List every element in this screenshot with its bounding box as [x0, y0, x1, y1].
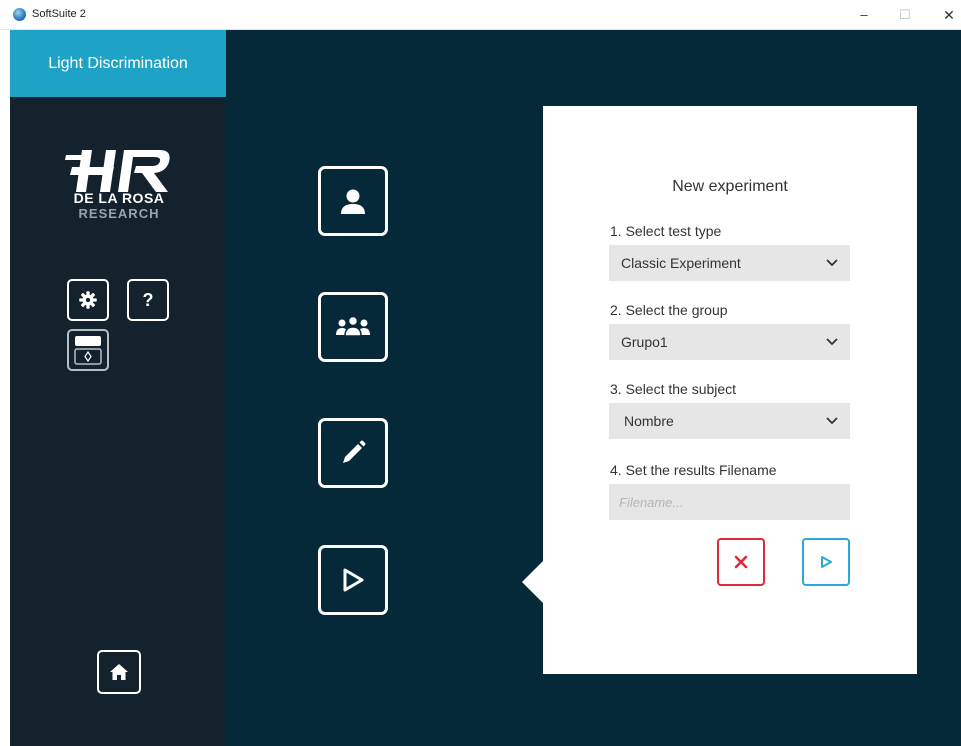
- display-settings-button[interactable]: [67, 329, 109, 371]
- group-button[interactable]: [318, 292, 388, 362]
- logo-mark: [65, 150, 170, 192]
- display-icon: [74, 336, 102, 365]
- start-experiment-button[interactable]: [802, 538, 850, 586]
- company-logo: DE LA ROSA RESEARCH: [64, 150, 184, 230]
- home-button[interactable]: [97, 650, 141, 694]
- filename-input[interactable]: [609, 484, 850, 520]
- chevron-down-icon: [826, 338, 838, 346]
- help-icon: ?: [142, 289, 154, 310]
- cancel-button[interactable]: [717, 538, 765, 586]
- window-title: SoftSuite 2: [32, 8, 86, 20]
- test-type-label: 1. Select test type: [610, 223, 722, 239]
- new-experiment-panel: New experiment 1. Select test type Class…: [522, 106, 917, 674]
- panel-title: New experiment: [672, 178, 788, 195]
- sidebar: Light Discrimination DE LA ROSA RESEARCH: [10, 30, 226, 746]
- subject-button[interactable]: [318, 166, 388, 236]
- panel-pointer: [522, 561, 543, 603]
- test-type-value: Classic Experiment: [621, 255, 741, 271]
- chevron-down-icon: [826, 259, 838, 267]
- group-icon: [336, 315, 370, 337]
- edit-button[interactable]: [318, 418, 388, 488]
- title-bar: SoftSuite 2 – ☐ ✕: [0, 0, 961, 30]
- logo-text-secondary: RESEARCH: [78, 206, 160, 221]
- app-icon: [13, 8, 26, 21]
- subject-select[interactable]: Nombre: [609, 403, 850, 439]
- group-value: Grupo1: [621, 334, 668, 350]
- group-label: 2. Select the group: [610, 302, 728, 318]
- settings-button[interactable]: [67, 279, 109, 321]
- app-name: Light Discrimination: [10, 30, 226, 97]
- main-area: New experiment 1. Select test type Class…: [226, 30, 961, 746]
- group-select[interactable]: Grupo1: [609, 324, 850, 360]
- chevron-down-icon: [826, 417, 838, 425]
- play-icon: [343, 568, 364, 592]
- minimize-button[interactable]: –: [850, 5, 878, 25]
- test-type-select[interactable]: Classic Experiment: [609, 245, 850, 281]
- pencil-icon: [343, 440, 366, 463]
- logo-text-primary: DE LA ROSA: [73, 190, 165, 206]
- home-icon: [110, 664, 128, 680]
- subject-value: Nombre: [624, 413, 674, 429]
- run-experiment-button[interactable]: [318, 545, 388, 615]
- close-window-button[interactable]: ✕: [935, 5, 961, 25]
- play-icon: [821, 556, 832, 568]
- maximize-button[interactable]: ☐: [891, 5, 919, 25]
- filename-label: 4. Set the results Filename: [610, 462, 777, 478]
- subject-label: 3. Select the subject: [610, 381, 737, 397]
- settings-icon: [79, 291, 97, 309]
- help-button[interactable]: ?: [127, 279, 169, 321]
- subject-icon: [341, 189, 365, 214]
- close-icon: [734, 555, 748, 569]
